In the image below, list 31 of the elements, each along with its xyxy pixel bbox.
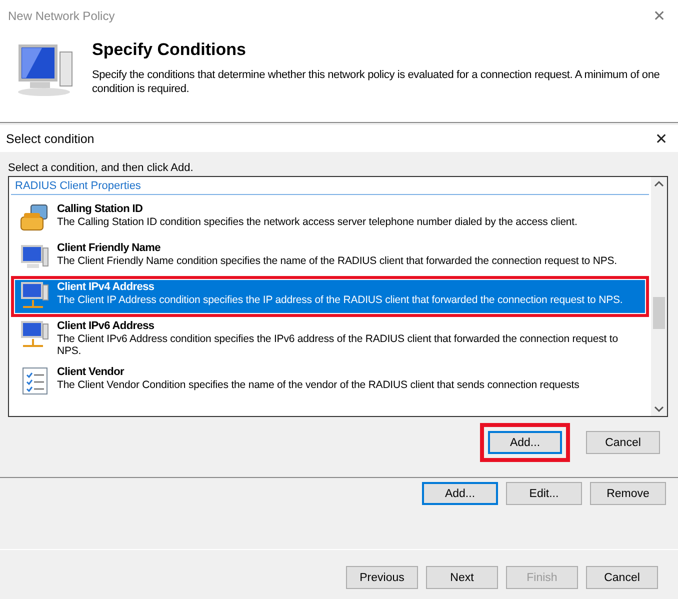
dialog-button[interactable]: Cancel: [586, 431, 660, 454]
wizard-button[interactable]: Cancel: [586, 566, 658, 589]
condition-name: Client IPv4 Address: [57, 281, 156, 294]
wizard-button[interactable]: Previous: [346, 566, 418, 589]
network-computer-icon: [19, 281, 51, 311]
condition-description: The Client IPv6 Address condition specifies the IPv6 address of the RADIUS client that forwarded the connection request to NPS.: [57, 333, 619, 357]
condition-button[interactable]: Edit...: [506, 482, 582, 505]
scrollbar[interactable]: [651, 177, 667, 416]
page-description: Specify the conditions that determine whether this network policy is evaluated for a connection request. A minimum of one condition is required.: [92, 68, 661, 96]
scroll-thumb[interactable]: [653, 297, 665, 329]
condition-name: Client Friendly Name: [57, 242, 162, 255]
condition-name: Client Vendor: [57, 366, 126, 379]
instruction-text: Select a condition, and then click Add.: [8, 162, 194, 174]
group-header: RADIUS Client Properties: [11, 180, 649, 195]
condition-name: Calling Station ID: [57, 203, 144, 216]
condition-name: Client IPv6 Address: [57, 320, 156, 333]
condition-description: The Calling Station ID condition specifies the network access server telephone number dialed by the access client.: [57, 216, 578, 228]
page-heading: Specify Conditions: [92, 40, 247, 60]
dialog-button[interactable]: Add...: [488, 431, 562, 454]
condition-description: The Client Vendor Condition specifies the name of the vendor of the RADIUS client that sends connection requests: [57, 379, 580, 391]
window-title: New Network Policy: [8, 9, 115, 23]
dialog-title: Select condition: [6, 132, 94, 146]
condition-description: The Client IP Address condition specifies the IP address of the RADIUS client that forwarded the connection request to NPS.: [57, 294, 624, 306]
condition-button[interactable]: Add...: [422, 482, 498, 505]
condition-item[interactable]: Client IPv4 Address The Client IP Address condition specifies the IP address of the RADIUS client that forwarded the connection request to NPS.: [15, 280, 645, 313]
close-button[interactable]: ✕: [651, 130, 672, 148]
close-button[interactable]: ✕: [649, 7, 670, 25]
condition-description: The Client Friendly Name condition specifies the name of the RADIUS client that forwarded the connection request to NPS.: [57, 255, 618, 267]
condition-button[interactable]: Remove: [590, 482, 666, 505]
network-computer-icon: [19, 320, 51, 350]
wizard-button[interactable]: Next: [426, 566, 498, 589]
